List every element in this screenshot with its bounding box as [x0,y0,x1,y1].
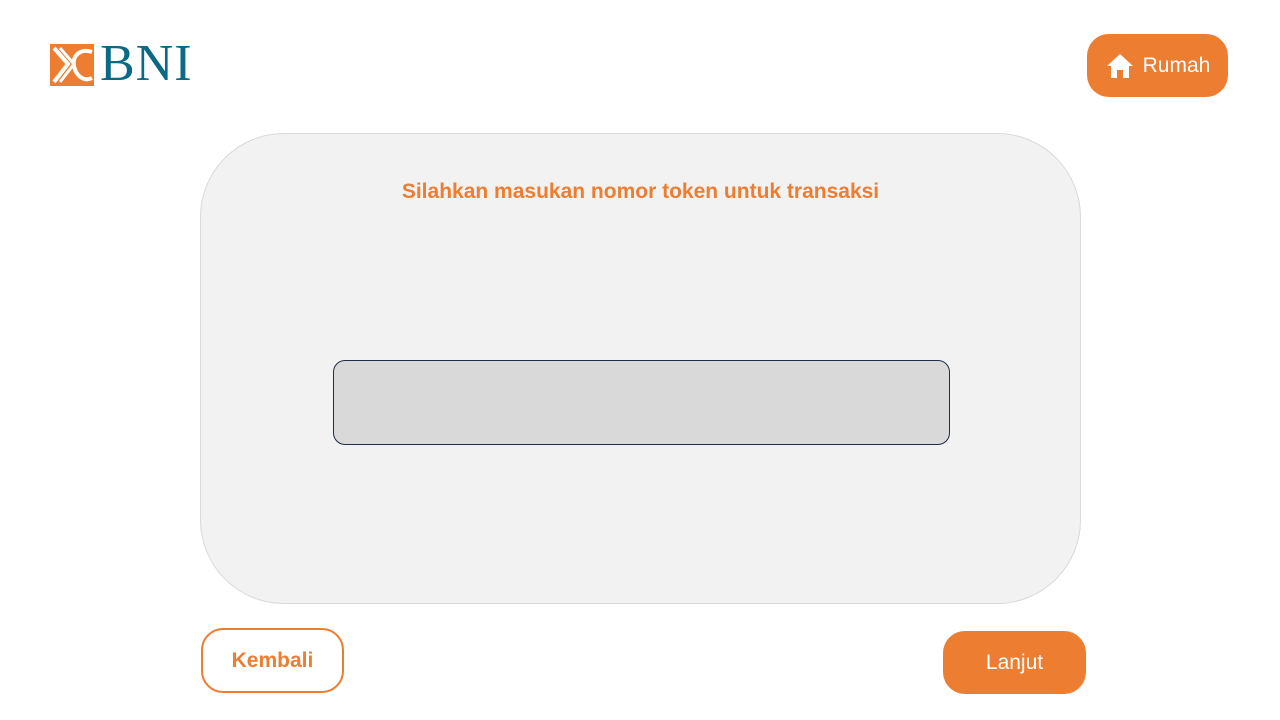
home-button-label: Rumah [1142,53,1211,77]
bni-logo: BNI [50,36,210,92]
token-panel: Silahkan masukan nomor token untuk trans… [200,133,1081,604]
bni-logo-mark-icon [50,44,94,86]
panel-title: Silahkan masukan nomor token untuk trans… [401,180,880,203]
logo-text: BNI [100,35,193,92]
home-icon [1106,53,1133,78]
next-button[interactable]: Lanjut [943,631,1086,694]
back-button[interactable]: Kembali [201,628,344,693]
token-input[interactable] [333,360,950,445]
atm-token-screen: BNI Rumah Silahkan masukan nomor token u… [0,0,1280,720]
home-button[interactable]: Rumah [1087,34,1228,97]
